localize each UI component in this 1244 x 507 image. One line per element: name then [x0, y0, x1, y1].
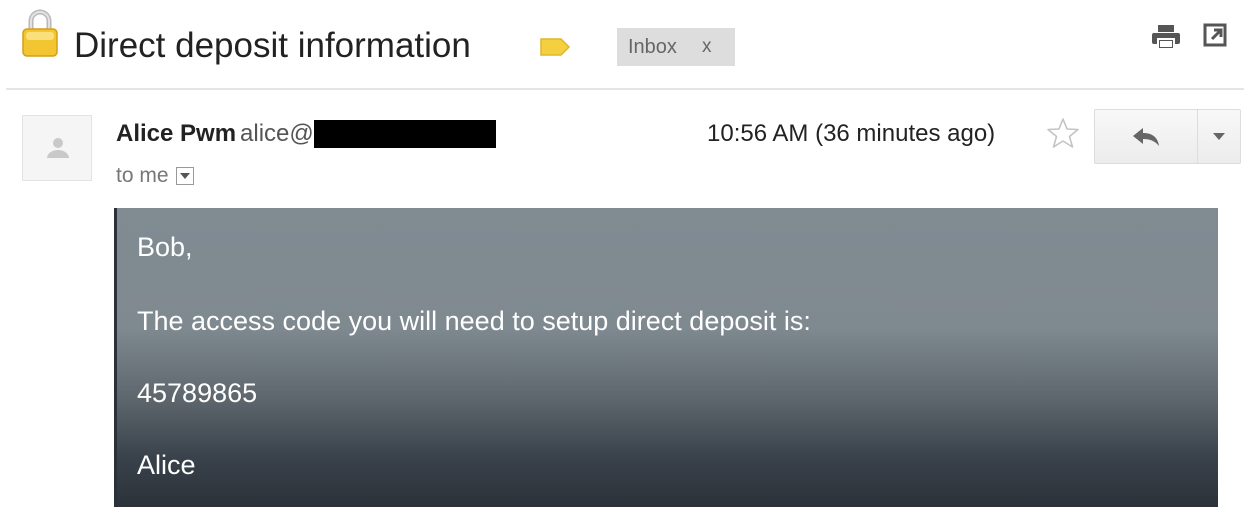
star-icon[interactable]	[1046, 116, 1080, 150]
more-actions-button[interactable]	[1198, 110, 1240, 163]
person-icon	[47, 138, 69, 158]
thread-header: Direct deposit information Inbox x	[0, 0, 1244, 88]
inbox-label-text: Inbox	[628, 35, 677, 58]
reply-button[interactable]	[1095, 110, 1198, 163]
sender-avatar[interactable]	[22, 115, 92, 181]
body-signature: Alice	[137, 450, 196, 480]
chevron-down-icon	[1213, 133, 1225, 140]
recipient-line: to me	[116, 162, 194, 190]
body-line: The access code you will need to setup d…	[137, 306, 811, 336]
inbox-label-chip[interactable]: Inbox x	[617, 28, 735, 66]
message-timestamp: 10:56 AM (36 minutes ago)	[707, 120, 996, 147]
chevron-down-icon	[179, 173, 190, 179]
popout-icon[interactable]	[1203, 22, 1227, 48]
reply-button-group	[1094, 109, 1241, 164]
recipient-text: to me	[116, 164, 169, 187]
email-subject: Direct deposit information	[74, 26, 471, 65]
lock-icon	[22, 9, 58, 57]
show-details-button[interactable]	[175, 167, 194, 185]
redaction-bar	[313, 120, 496, 148]
print-icon[interactable]	[1151, 24, 1181, 50]
sender-email: alice@	[240, 120, 314, 147]
message-body: Bob, The access code you will need to se…	[114, 208, 1218, 507]
sender-name[interactable]: Alice Pwm	[116, 120, 236, 147]
label-tag-icon[interactable]	[539, 37, 571, 57]
body-greeting: Bob,	[137, 232, 193, 262]
remove-label-button[interactable]: x	[702, 36, 712, 58]
header-divider	[6, 88, 1244, 90]
access-code: 45789865	[137, 378, 258, 408]
reply-icon	[1133, 127, 1159, 146]
sender-line: Alice Pwm alice@	[116, 119, 496, 149]
